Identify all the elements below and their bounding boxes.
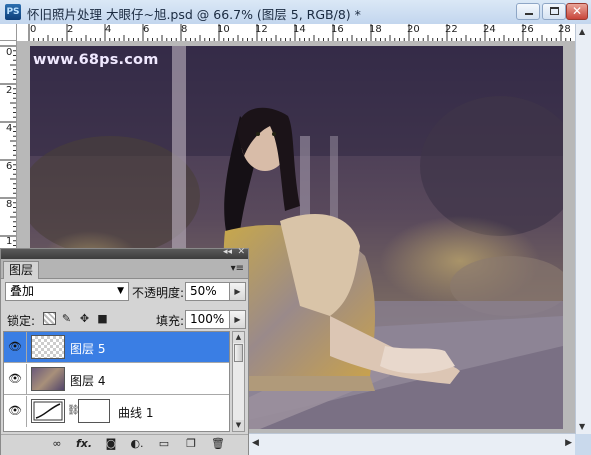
close-panel-icon[interactable]: ✕ bbox=[237, 247, 245, 257]
close-icon: ✕ bbox=[571, 4, 583, 18]
mask-icon[interactable]: ◙ bbox=[103, 437, 119, 451]
ruler-label: 6 bbox=[143, 24, 150, 35]
layer-name[interactable]: 图层 4 bbox=[70, 372, 105, 389]
folder-icon[interactable]: ▭ bbox=[156, 437, 172, 451]
lock-label: 锁定: bbox=[7, 314, 36, 328]
scroll-down-icon[interactable]: ▼ bbox=[233, 420, 244, 431]
scroll-left-icon[interactable]: ◀ bbox=[252, 438, 259, 448]
layer-name[interactable]: 曲线 1 bbox=[118, 404, 153, 421]
layer-row[interactable]: 👁 ⛓ 曲线 1 bbox=[4, 396, 229, 427]
adjustment-icon[interactable]: ◐. bbox=[129, 437, 145, 451]
divider bbox=[26, 364, 27, 394]
photoshop-app-icon[interactable]: PS bbox=[5, 4, 21, 20]
ruler-label: 16 bbox=[331, 24, 344, 35]
layer-thumbnail bbox=[31, 367, 65, 391]
panel-menu-icon[interactable]: ▾≡ bbox=[231, 263, 244, 274]
ruler-label: 26 bbox=[521, 24, 534, 35]
title-bar: PS 怀旧照片处理 大眼仔~旭.psd @ 66.7% (图层 5, RGB/8… bbox=[0, 0, 591, 25]
lock-position-icon[interactable]: ✥ bbox=[78, 312, 91, 325]
panel-tab-row: 图层 ▾≡ bbox=[1, 259, 248, 279]
blend-mode-value: 叠加 bbox=[10, 284, 35, 298]
ruler-label: 8 bbox=[181, 24, 188, 35]
eye-icon[interactable]: 👁 bbox=[6, 372, 24, 386]
lock-transparent-icon[interactable] bbox=[43, 312, 56, 325]
maximize-button[interactable] bbox=[542, 3, 566, 20]
minimize-button[interactable] bbox=[516, 3, 540, 20]
ruler-label: 0 bbox=[6, 47, 13, 58]
vertical-scrollbar[interactable]: ▲ ▼ bbox=[575, 24, 591, 434]
minimize-icon bbox=[525, 13, 533, 15]
layer-name[interactable]: 图层 5 bbox=[70, 340, 105, 357]
ruler-label: 24 bbox=[483, 24, 496, 35]
fill-slider-button[interactable]: ▶ bbox=[229, 310, 246, 329]
layers-list: 👁 图层 5 👁 图层 4 👁 ⛓ 曲线 1 bbox=[3, 331, 230, 432]
scroll-up-icon[interactable]: ▲ bbox=[579, 27, 585, 36]
fx-icon[interactable]: fx. bbox=[74, 437, 94, 451]
blend-mode-select[interactable]: 叠加 ▼ bbox=[5, 282, 129, 301]
tab-layers[interactable]: 图层 bbox=[3, 261, 40, 279]
ruler-origin[interactable] bbox=[0, 24, 17, 41]
close-button[interactable]: ✕ bbox=[566, 3, 588, 20]
eye-icon[interactable]: 👁 bbox=[6, 340, 24, 354]
ruler-label: 2 bbox=[6, 85, 13, 96]
horizontal-scrollbar[interactable]: ◀ ▶ bbox=[249, 433, 575, 455]
fill-field[interactable]: 100% bbox=[185, 310, 230, 329]
ruler-label: 4 bbox=[105, 24, 112, 35]
eye-icon[interactable]: 👁 bbox=[6, 404, 24, 418]
link-icon[interactable]: ∞ bbox=[48, 437, 66, 451]
opacity-label: 不透明度: bbox=[132, 286, 185, 300]
ruler-label: 2 bbox=[67, 24, 74, 35]
divider bbox=[26, 396, 27, 427]
ruler-label: 22 bbox=[445, 24, 458, 35]
layers-toolbar: ∞ fx. ◙ ◐. ▭ ❐ 🗑 bbox=[1, 434, 248, 455]
fill-label: 填充: bbox=[156, 314, 185, 328]
chevron-down-icon: ▼ bbox=[117, 286, 124, 296]
ruler-label: 4 bbox=[6, 123, 13, 134]
scroll-down-icon[interactable]: ▼ bbox=[579, 422, 585, 431]
horizontal-ruler[interactable]: 0 2 4 6 8 10 12 14 16 18 20 22 24 26 28 bbox=[17, 24, 575, 42]
ruler-label: 6 bbox=[6, 161, 13, 172]
divider bbox=[26, 332, 27, 362]
ruler-label: 1 bbox=[6, 236, 13, 247]
scroll-right-icon[interactable]: ▶ bbox=[565, 438, 572, 448]
ruler-label: 8 bbox=[6, 199, 13, 210]
ruler-label: 10 bbox=[217, 24, 230, 35]
collapse-panel-icon[interactable]: ◂◂ bbox=[223, 247, 232, 257]
curves-adjustment-icon bbox=[31, 399, 65, 423]
layer-thumbnail bbox=[31, 335, 65, 359]
new-layer-icon[interactable]: ❐ bbox=[183, 437, 199, 451]
ruler-label: 14 bbox=[293, 24, 306, 35]
lock-all-icon[interactable]: ■ bbox=[96, 312, 109, 325]
scroll-up-icon[interactable]: ▲ bbox=[233, 332, 244, 343]
layers-scrollbar[interactable]: ▲ ▼ bbox=[232, 331, 245, 432]
trash-icon[interactable]: 🗑 bbox=[210, 437, 226, 451]
ruler-ticks bbox=[0, 45, 16, 251]
vertical-ruler[interactable]: 0 2 4 6 8 1 bbox=[0, 41, 17, 251]
layer-mask-thumbnail[interactable] bbox=[78, 399, 110, 423]
ruler-label: 18 bbox=[369, 24, 382, 35]
scroll-thumb[interactable] bbox=[234, 344, 243, 362]
layers-panel: ◂◂ ✕ 图层 ▾≡ 叠加 ▼ 不透明度: 50% ▶ 锁定: ✎ ✥ ■ 填充… bbox=[0, 247, 249, 455]
ruler-label: 12 bbox=[255, 24, 268, 35]
panel-header-bar[interactable]: ◂◂ ✕ bbox=[1, 247, 248, 259]
window-title: 怀旧照片处理 大眼仔~旭.psd @ 66.7% (图层 5, RGB/8) * bbox=[27, 7, 361, 22]
watermark-text: www.68ps.com bbox=[33, 52, 159, 68]
ruler-label: 20 bbox=[407, 24, 420, 35]
lock-image-icon[interactable]: ✎ bbox=[60, 312, 73, 325]
opacity-slider-button[interactable]: ▶ bbox=[229, 282, 246, 301]
layer-row[interactable]: 👁 图层 5 bbox=[4, 332, 229, 363]
opacity-field[interactable]: 50% bbox=[185, 282, 230, 301]
maximize-icon bbox=[550, 7, 559, 15]
ruler-label: 0 bbox=[30, 24, 37, 35]
ruler-label: 28 bbox=[558, 24, 571, 35]
layer-row[interactable]: 👁 图层 4 bbox=[4, 364, 229, 395]
